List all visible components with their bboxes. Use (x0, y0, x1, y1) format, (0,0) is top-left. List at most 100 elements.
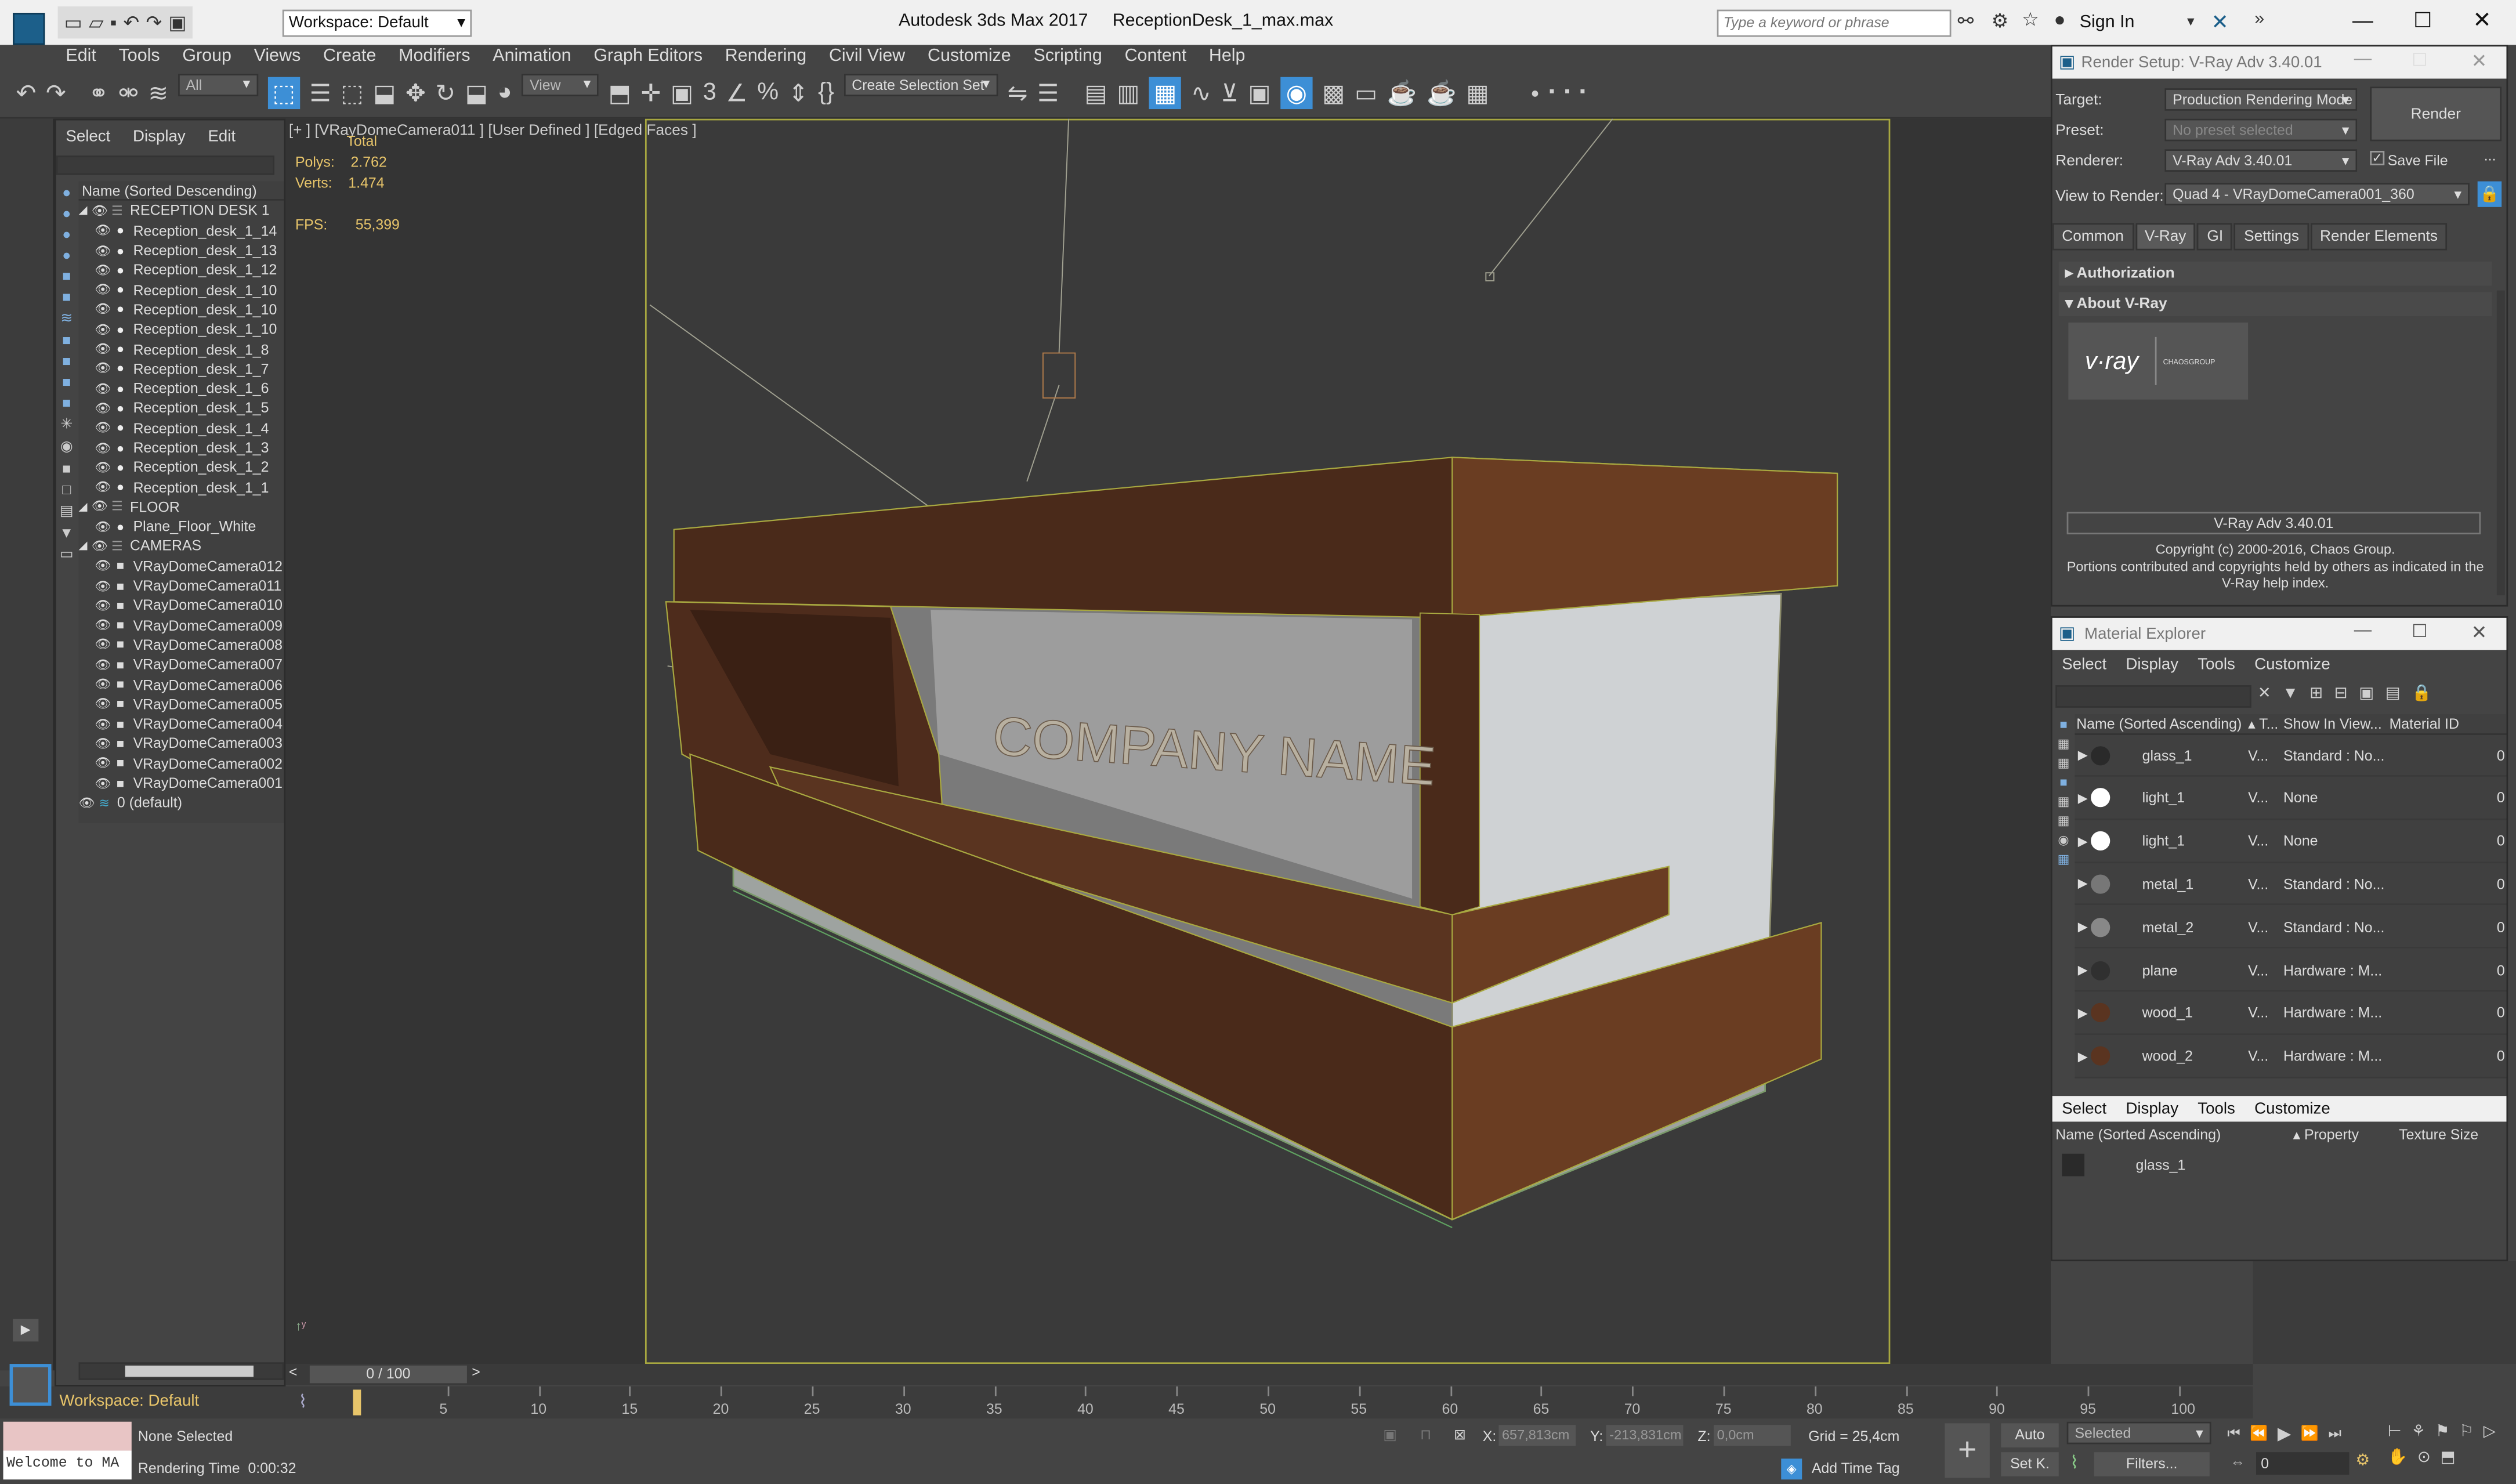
tab-common[interactable]: Common (2052, 223, 2134, 251)
placement-icon[interactable]: ◕ (498, 79, 512, 106)
pivot-center-icon[interactable]: ⬒ (609, 78, 631, 107)
redo-icon[interactable]: ↷ (146, 11, 162, 34)
filter-icon[interactable]: ▼ (59, 524, 74, 541)
track-bar[interactable]: ⌇ 5 10 15 20 25 30 35 40 45 50 55 60 65 70 75 80 85 90 95 1… (285, 1386, 2253, 1419)
menu-group[interactable]: Group (171, 46, 242, 65)
display-invert-icon[interactable]: □ (62, 482, 71, 498)
scene-tab-edit[interactable]: Edit (208, 128, 236, 145)
time-configuration-icon[interactable]: ⚙ (2355, 1452, 2370, 1469)
material-explorer-close-icon[interactable]: ✕ (2471, 621, 2488, 643)
visibility-eye-icon[interactable]: 👁 (79, 796, 95, 810)
selection-filter-dropdown[interactable]: All (178, 73, 259, 96)
menu-create[interactable]: Create (312, 46, 388, 65)
time-slider-prev-icon[interactable]: < (289, 1364, 298, 1380)
collapse-all-icon[interactable]: ⊟ (2334, 685, 2348, 703)
expand-arrow-icon[interactable]: ◢ (79, 540, 92, 552)
set-key-button[interactable]: Set K. (2001, 1452, 2059, 1476)
current-frame-marker[interactable] (353, 1389, 361, 1416)
edit-named-selection-icon[interactable]: {} (818, 79, 834, 106)
tab-gi[interactable]: GI (2197, 223, 2233, 251)
material-explorer-minimize-icon[interactable]: — (2354, 621, 2372, 640)
display-unused-icon[interactable]: ▦ (2058, 813, 2070, 828)
about-vray-rollout[interactable]: ▾ About V-Ray (2058, 292, 2492, 316)
pan-view-icon[interactable]: ✋ (2388, 1449, 2408, 1467)
render-setup-close-icon[interactable]: ✕ (2471, 50, 2488, 73)
material-filter-icon[interactable]: ▼ (2282, 685, 2298, 703)
play-icon[interactable]: ▶ (2278, 1423, 2291, 1444)
open-file-icon[interactable]: ▱ (89, 11, 104, 34)
visibility-eye-icon[interactable]: 👁 (95, 460, 111, 475)
x-coordinate-field[interactable]: 657,813cm (1498, 1425, 1576, 1446)
scene-list-item[interactable]: 👁 ■ VRayDomeCamera006 (79, 675, 284, 694)
scene-tab-display[interactable]: Display (133, 128, 186, 145)
visibility-eye-icon[interactable]: 👁 (95, 322, 111, 336)
add-time-tag-button[interactable]: Add Time Tag (1812, 1460, 1900, 1476)
scene-tab-select[interactable]: Select (66, 128, 110, 145)
visibility-eye-icon[interactable]: 👁 (95, 519, 111, 534)
expand-all-icon[interactable]: ⊞ (2309, 685, 2323, 703)
mini-curve-editor-icon[interactable]: ⌇ (298, 1391, 307, 1412)
go-to-end-icon[interactable]: ⏭ (2329, 1425, 2341, 1442)
link-icon[interactable]: ⚭ (89, 78, 109, 107)
scene-list-item[interactable]: 👁 ● Reception_desk_1_8 (79, 339, 284, 359)
material-row[interactable]: ▶ wood_2 V... Hardware : M... 0 (2075, 1036, 2507, 1078)
mat-col-type[interactable]: ▴ T... (2248, 715, 2283, 732)
mat2-col-property[interactable]: ▴ Property (2293, 1125, 2399, 1143)
zoom-all-icon[interactable]: ⚘ (2412, 1423, 2426, 1440)
minimize-icon[interactable]: — (2352, 8, 2373, 32)
expand-arrow-icon[interactable]: ▶ (2075, 920, 2091, 934)
key-tangent-icon[interactable]: ⌇ (2070, 1452, 2079, 1473)
select-by-name-icon[interactable]: ☰ (310, 78, 331, 107)
viewport[interactable]: COMPANY NAME [+ ] [VRayDomeCamera011 ] [… (285, 118, 2051, 1364)
mat-col-id[interactable]: Material ID (2390, 716, 2486, 732)
unlink-icon[interactable]: ⚮ (118, 78, 139, 107)
vray-frame-buffer-icon[interactable]: ▦ (1466, 78, 1489, 107)
scene-list-item[interactable]: 👁 ● Reception_desk_1_10 (79, 320, 284, 339)
select-manipulate-icon[interactable]: ✛ (640, 78, 661, 107)
display-lights-icon[interactable]: ● (62, 247, 71, 263)
visibility-eye-icon[interactable]: 👁 (95, 598, 111, 613)
expand-arrow-icon[interactable]: ▶ (2075, 963, 2091, 978)
visibility-eye-icon[interactable]: 👁 (95, 243, 111, 258)
layer-explorer-icon[interactable]: ▥ (1117, 78, 1139, 107)
mat-menu-display[interactable]: Display (2126, 656, 2178, 674)
visibility-eye-icon[interactable]: 👁 (92, 500, 108, 514)
visibility-eye-icon[interactable]: 👁 (95, 440, 111, 455)
mat-menu2-customize[interactable]: Customize (2254, 1100, 2330, 1117)
scene-list-item[interactable]: 👁 ● Plane_Floor_White (79, 517, 284, 537)
key-filter-dropdown[interactable]: Selected (2066, 1421, 2211, 1445)
scale-icon[interactable]: ⬓ (465, 78, 488, 107)
scene-list-item[interactable]: 👁 ■ VRayDomeCamera007 (79, 655, 284, 675)
scene-list-item[interactable]: ◢ 👁 ☰ RECEPTION DESK 1 (79, 201, 284, 221)
zoom-extents-icon[interactable]: ⚑ (2435, 1423, 2450, 1440)
expand-arrow-icon[interactable]: ▶ (2075, 1049, 2091, 1063)
scene-explorer-toggle-icon[interactable]: ▤ (1084, 78, 1107, 107)
mat-col-show[interactable]: Show In View... (2283, 716, 2390, 732)
material-editor-icon[interactable]: ◉ (1280, 76, 1313, 108)
visibility-eye-icon[interactable]: 👁 (95, 578, 111, 593)
view-to-render-dropdown[interactable]: Quad 4 - VRayDomeCamera001_360 (2164, 183, 2470, 206)
close-icon[interactable]: ✕ (2472, 6, 2491, 34)
scene-list-item[interactable]: 👁 ● Reception_desk_1_3 (79, 438, 284, 458)
visibility-eye-icon[interactable]: 👁 (95, 361, 111, 376)
visibility-eye-icon[interactable]: 👁 (95, 559, 111, 573)
scene-list-item[interactable]: 👁 ● Reception_desk_1_2 (79, 458, 284, 477)
display-multi-icon[interactable]: ◉ (2058, 833, 2069, 848)
workspace-dropdown[interactable]: Workspace: Default ▾ (282, 9, 472, 37)
material-lock-icon[interactable]: 🔒 (2412, 685, 2431, 703)
mat2-col-name[interactable]: Name (Sorted Ascending) (2055, 1127, 2293, 1143)
expand-arrow-icon[interactable]: ▶ (2075, 791, 2091, 805)
time-tag-icon[interactable]: ◈ (1781, 1458, 1802, 1480)
scene-list-item[interactable]: 👁 ■ VRayDomeCamera009 (79, 616, 284, 635)
snaps-toggle-icon[interactable]: 3 (703, 79, 716, 106)
scene-list-item[interactable]: 👁 ■ VRayDomeCamera001 (79, 773, 284, 793)
visibility-eye-icon[interactable]: 👁 (95, 736, 111, 751)
save-file-options-icon[interactable]: ... (2484, 147, 2496, 164)
star-icon[interactable]: ☆ (2022, 8, 2039, 31)
scene-list-item[interactable]: 👁 ■ VRayDomeCamera003 (79, 734, 284, 754)
scene-list-item[interactable]: 👁 ● Reception_desk_1_14 (79, 221, 284, 241)
material-row[interactable]: ▶ plane V... Hardware : M... 0 (2075, 950, 2507, 992)
scene-list-item[interactable]: 👁 ● Reception_desk_1_5 (79, 399, 284, 418)
scene-list-item[interactable]: ◢ 👁 ☰ CAMERAS (79, 537, 284, 556)
scene-list-item[interactable]: 👁 ● Reception_desk_1_1 (79, 477, 284, 497)
